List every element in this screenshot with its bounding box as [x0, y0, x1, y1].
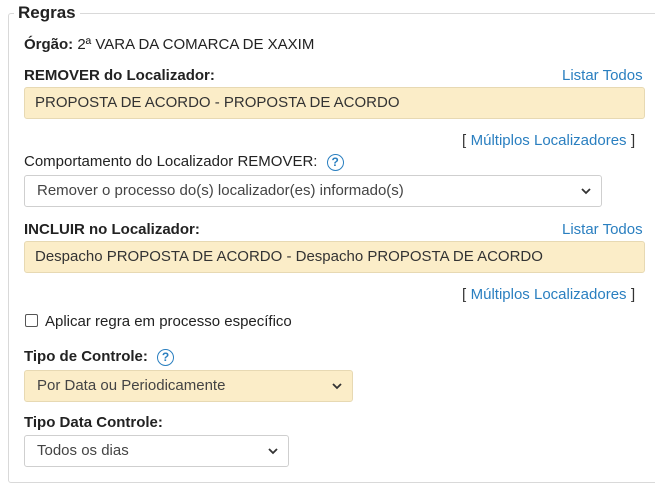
comportamento-row: Comportamento do Localizador REMOVER: ?: [24, 153, 344, 171]
help-icon[interactable]: ?: [157, 348, 175, 366]
comportamento-label: Comportamento do Localizador REMOVER:: [24, 153, 318, 170]
remover-multiplos: [ Múltiplos Localizadores ]: [462, 132, 635, 150]
tipo-controle-selected: Por Data ou Periodicamente: [37, 377, 226, 394]
comportamento-selected: Remover o processo do(s) localizador(es)…: [37, 182, 404, 199]
tipo-data-label: Tipo Data Controle:: [24, 414, 163, 431]
chevron-down-icon: [268, 448, 278, 455]
tipo-controle-label: Tipo de Controle:: [24, 348, 148, 365]
incluir-multiplos: [ Múltiplos Localizadores ]: [462, 286, 635, 304]
tipo-controle-row: Tipo de Controle: ?: [24, 348, 175, 366]
bracket-close: ]: [631, 286, 636, 303]
orgao-label: Órgão:: [24, 36, 74, 53]
bracket-open: [: [462, 286, 467, 303]
incluir-localizador-field[interactable]: Despacho PROPOSTA DE ACORDO - Despacho P…: [24, 241, 645, 273]
incluir-list-all-link[interactable]: Listar Todos: [562, 221, 643, 238]
incluir-label: INCLUIR no Localizador:: [24, 221, 200, 238]
remover-localizador-field[interactable]: PROPOSTA DE ACORDO - PROPOSTA DE ACORDO: [24, 87, 645, 119]
orgao-row: Órgão: 2ª VARA DA COMARCA DE XAXIM: [24, 36, 314, 53]
section-title: Regras: [14, 3, 80, 23]
incluir-localizador-value: Despacho PROPOSTA DE ACORDO - Despacho P…: [35, 248, 543, 265]
remover-multiplos-link[interactable]: Múltiplos Localizadores: [471, 132, 627, 149]
remover-list-all-link[interactable]: Listar Todos: [562, 67, 643, 84]
comportamento-select[interactable]: Remover o processo do(s) localizador(es)…: [24, 175, 602, 207]
bracket-open: [: [462, 132, 467, 149]
chevron-down-icon: [332, 383, 342, 390]
tipo-data-select[interactable]: Todos os dias: [24, 435, 289, 467]
tipo-data-selected: Todos os dias: [37, 442, 129, 459]
remover-localizador-value: PROPOSTA DE ACORDO - PROPOSTA DE ACORDO: [35, 94, 400, 111]
aplicar-regra-label: Aplicar regra em processo específico: [45, 313, 292, 330]
bracket-close: ]: [631, 132, 636, 149]
incluir-multiplos-link[interactable]: Múltiplos Localizadores: [471, 286, 627, 303]
help-icon[interactable]: ?: [326, 153, 344, 171]
tipo-controle-select[interactable]: Por Data ou Periodicamente: [24, 370, 353, 402]
chevron-down-icon: [581, 188, 591, 195]
orgao-value: 2ª VARA DA COMARCA DE XAXIM: [77, 36, 315, 53]
aplicar-regra-checkbox[interactable]: [25, 314, 38, 327]
remover-label: REMOVER do Localizador:: [24, 67, 215, 84]
